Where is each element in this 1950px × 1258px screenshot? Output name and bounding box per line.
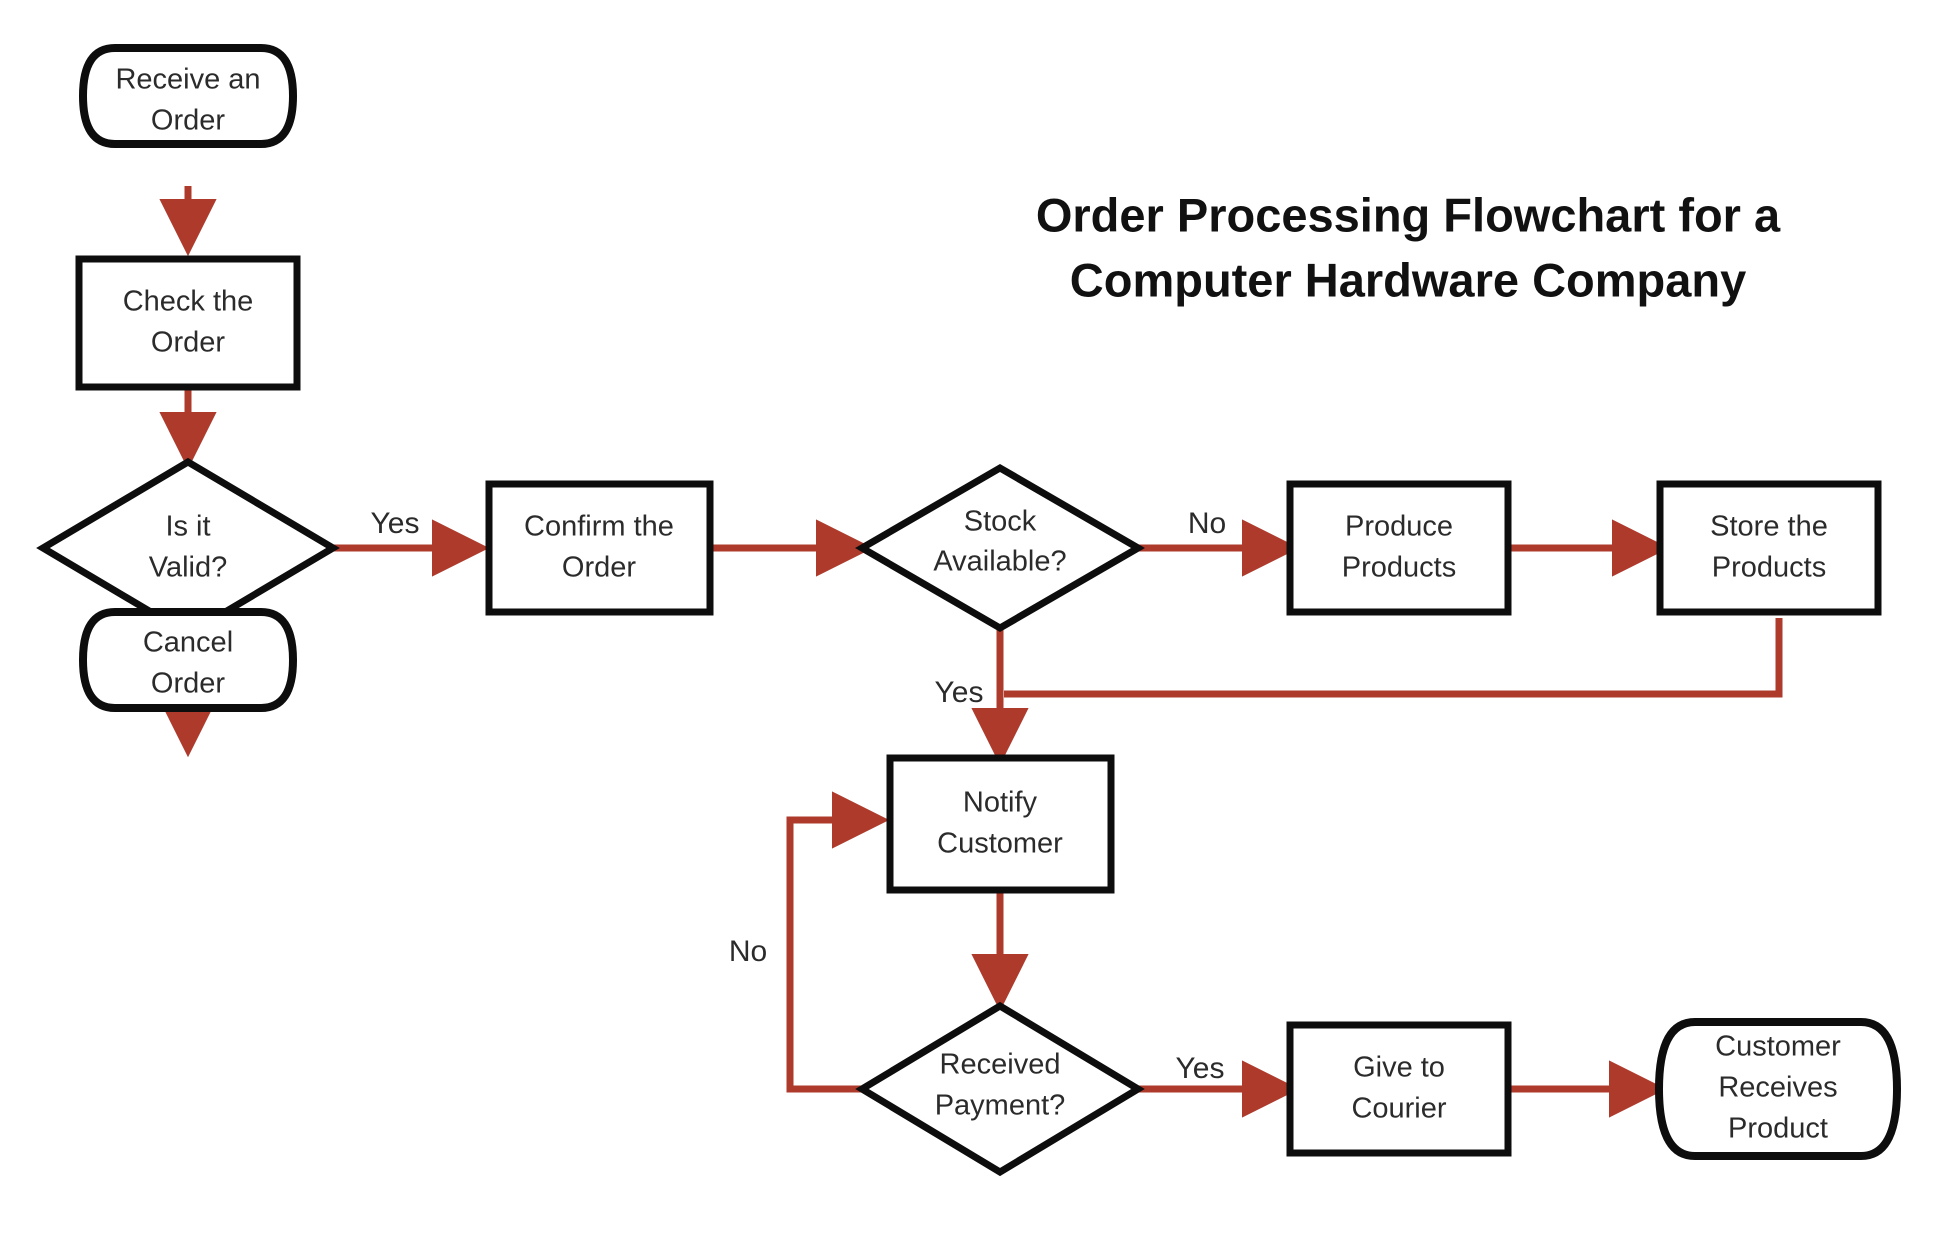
node-confirm-the-order-shape: [485, 480, 714, 616]
node-check-the-order-line2: Order: [151, 327, 225, 359]
edge-label-stock-yes: Yes: [935, 676, 984, 709]
node-store-the-products[interactable]: Store the Products: [1656, 480, 1882, 616]
node-stock-available-line2: Available?: [933, 546, 1066, 578]
node-confirm-the-order-line2: Order: [562, 552, 636, 584]
node-confirm-the-order-line1: Confirm the: [524, 511, 674, 543]
node-check-the-order-line1: Check the: [123, 286, 254, 318]
node-stock-available-line1: Stock: [964, 506, 1037, 538]
node-customer-receives-product-line2: Receives: [1718, 1072, 1837, 1104]
node-notify-customer-line1: Notify: [963, 787, 1038, 819]
node-customer-receives-product-line3: Product: [1728, 1113, 1828, 1145]
node-give-to-courier-shape: [1286, 1021, 1512, 1157]
node-check-the-order-shape: [75, 255, 301, 391]
node-receive-an-order-line1: Receive an: [115, 64, 260, 96]
node-notify-customer[interactable]: Notify Customer: [886, 754, 1115, 894]
chart-title-line-2: Computer Hardware Company: [1070, 253, 1746, 306]
node-receive-an-order[interactable]: Receive an Order: [78, 44, 298, 148]
chart-title-line-1: Order Processing Flowchart for a: [1036, 188, 1781, 241]
node-cancel-order[interactable]: Cancel Order: [78, 608, 298, 712]
node-received-payment-line1: Received: [940, 1049, 1061, 1081]
node-cancel-order-line1: Cancel: [143, 627, 233, 659]
node-is-it-valid-line2: Valid?: [149, 552, 227, 584]
edge-label-payment-yes: Yes: [1176, 1052, 1225, 1085]
edge-label-payment-no: No: [729, 935, 767, 968]
node-receive-an-order-line2: Order: [151, 105, 225, 137]
edge-label-valid-yes: Yes: [371, 507, 420, 540]
node-notify-customer-shape: [886, 754, 1115, 894]
node-give-to-courier-line2: Courier: [1351, 1093, 1446, 1125]
node-produce-products-line1: Produce: [1345, 511, 1453, 543]
node-cancel-order-line2: Order: [151, 668, 225, 700]
node-customer-receives-product[interactable]: Customer Receives Product: [1654, 1018, 1902, 1160]
node-confirm-the-order[interactable]: Confirm the Order: [485, 480, 714, 616]
node-check-the-order[interactable]: Check the Order: [75, 255, 301, 391]
node-produce-products-shape: [1286, 480, 1512, 616]
node-store-the-products-shape: [1656, 480, 1882, 616]
node-produce-products[interactable]: Produce Products: [1286, 480, 1512, 616]
node-store-the-products-line1: Store the: [1710, 511, 1828, 543]
node-received-payment-line2: Payment?: [935, 1090, 1066, 1122]
node-notify-customer-line2: Customer: [937, 828, 1063, 860]
node-give-to-courier-line1: Give to: [1353, 1052, 1445, 1084]
flowchart-canvas: Order Processing Flowchart for a Compute…: [0, 0, 1950, 1258]
node-is-it-valid-line1: Is it: [165, 511, 210, 543]
node-give-to-courier[interactable]: Give to Courier: [1286, 1021, 1512, 1157]
node-customer-receives-product-line1: Customer: [1715, 1031, 1841, 1063]
edge-label-stock-no: No: [1188, 507, 1226, 540]
node-produce-products-line2: Products: [1342, 552, 1456, 584]
node-store-the-products-line2: Products: [1712, 552, 1826, 584]
